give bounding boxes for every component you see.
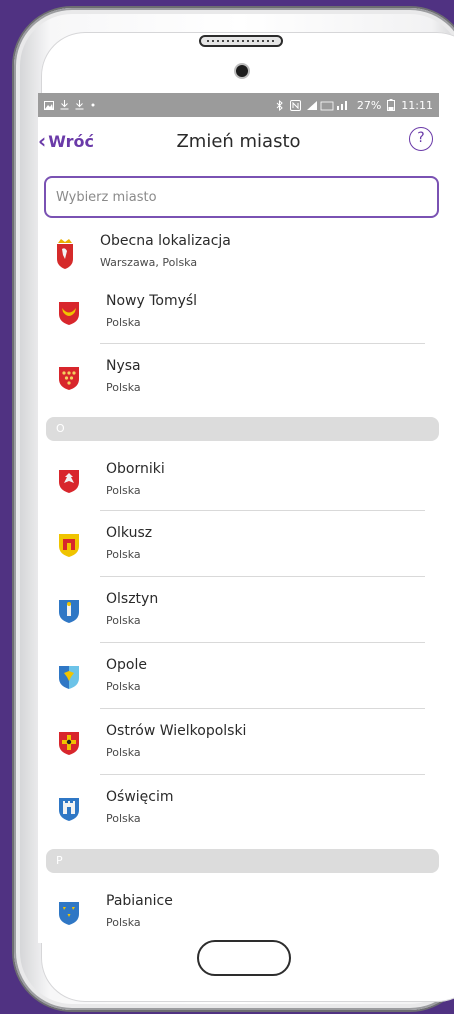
nowy-tomysl-crest-icon	[59, 302, 79, 325]
city-name: Ostrów Wielkopolski	[106, 723, 247, 739]
status-bar: 27% 11:11	[38, 93, 439, 117]
status-right: 27% 11:11	[276, 99, 433, 112]
city-country: Polska	[106, 812, 141, 825]
nfc-icon	[289, 99, 301, 111]
list-item[interactable]: Nowy Tomyśl Polska	[38, 279, 439, 344]
city-country: Polska	[106, 614, 141, 627]
dot-icon	[91, 103, 95, 107]
city-name: Olsztyn	[106, 591, 159, 607]
image-icon	[44, 100, 54, 110]
status-left	[44, 100, 96, 110]
current-location-subtitle: Warszawa, Polska	[100, 256, 198, 269]
battery-icon	[387, 99, 396, 111]
opole-crest-icon	[59, 666, 79, 689]
home-button[interactable]	[197, 940, 291, 976]
battery-percent: 27%	[356, 98, 382, 112]
city-name: Oborniki	[106, 461, 165, 477]
list-item[interactable]: Nysa Polska	[38, 344, 439, 408]
oswiecim-crest-icon	[59, 798, 79, 821]
download-icon	[60, 100, 69, 110]
city-country: Polska	[106, 680, 141, 693]
status-time: 11:11	[401, 98, 433, 112]
city-name: Pabianice	[106, 893, 173, 909]
search-input[interactable]	[44, 176, 439, 218]
city-name: Nowy Tomyśl	[106, 293, 198, 309]
city-country: Polska	[106, 746, 141, 759]
current-location-item[interactable]: Obecna lokalizacja Warszawa, Polska	[38, 221, 439, 279]
nav-bar: ‹ Wróć Zmień miasto ?	[38, 119, 439, 165]
city-name: Oświęcim	[106, 789, 174, 805]
list-item[interactable]: Pabianice Polska	[38, 879, 439, 943]
city-name: Olkusz	[106, 525, 153, 541]
olsztyn-crest-icon	[59, 600, 79, 623]
list-item[interactable]: Olsztyn Polska	[38, 577, 439, 643]
list-item[interactable]: Ostrów Wielkopolski Polska	[38, 709, 439, 775]
page-title: Zmień miasto	[176, 131, 301, 152]
section-header-p: P	[46, 849, 439, 873]
signal-icon	[306, 100, 347, 110]
help-button[interactable]: ?	[409, 127, 433, 151]
city-country: Polska	[106, 316, 141, 329]
list-item[interactable]: Oświęcim Polska	[38, 775, 439, 841]
city-name: Opole	[106, 657, 147, 673]
list-item[interactable]: Olkusz Polska	[38, 511, 439, 577]
current-location-title: Obecna lokalizacja	[100, 233, 231, 249]
list-item[interactable]: Opole Polska	[38, 643, 439, 709]
download-icon	[75, 100, 84, 110]
city-country: Polska	[106, 916, 141, 929]
city-name: Nysa	[106, 358, 141, 374]
pabianice-crest-icon	[59, 902, 79, 925]
screen: 27% 11:11 ‹ Wróć Zmień miasto ? Obecna	[38, 93, 439, 943]
city-country: Polska	[106, 548, 141, 561]
warszawa-crest-icon	[57, 239, 73, 269]
olkusz-crest-icon	[59, 534, 79, 557]
front-camera	[236, 65, 248, 77]
city-country: Polska	[106, 484, 141, 497]
bluetooth-icon	[276, 99, 283, 111]
stage: 27% 11:11 ‹ Wróć Zmień miasto ? Obecna	[0, 0, 454, 1014]
list-item[interactable]: Oborniki Polska	[38, 447, 439, 511]
nysa-crest-icon	[59, 367, 79, 390]
speaker-grille	[199, 35, 283, 47]
section-header-o: O	[46, 417, 439, 441]
oborniki-crest-icon	[59, 470, 79, 493]
city-country: Polska	[106, 381, 141, 394]
ostrow-wielkopolski-crest-icon	[59, 732, 79, 755]
